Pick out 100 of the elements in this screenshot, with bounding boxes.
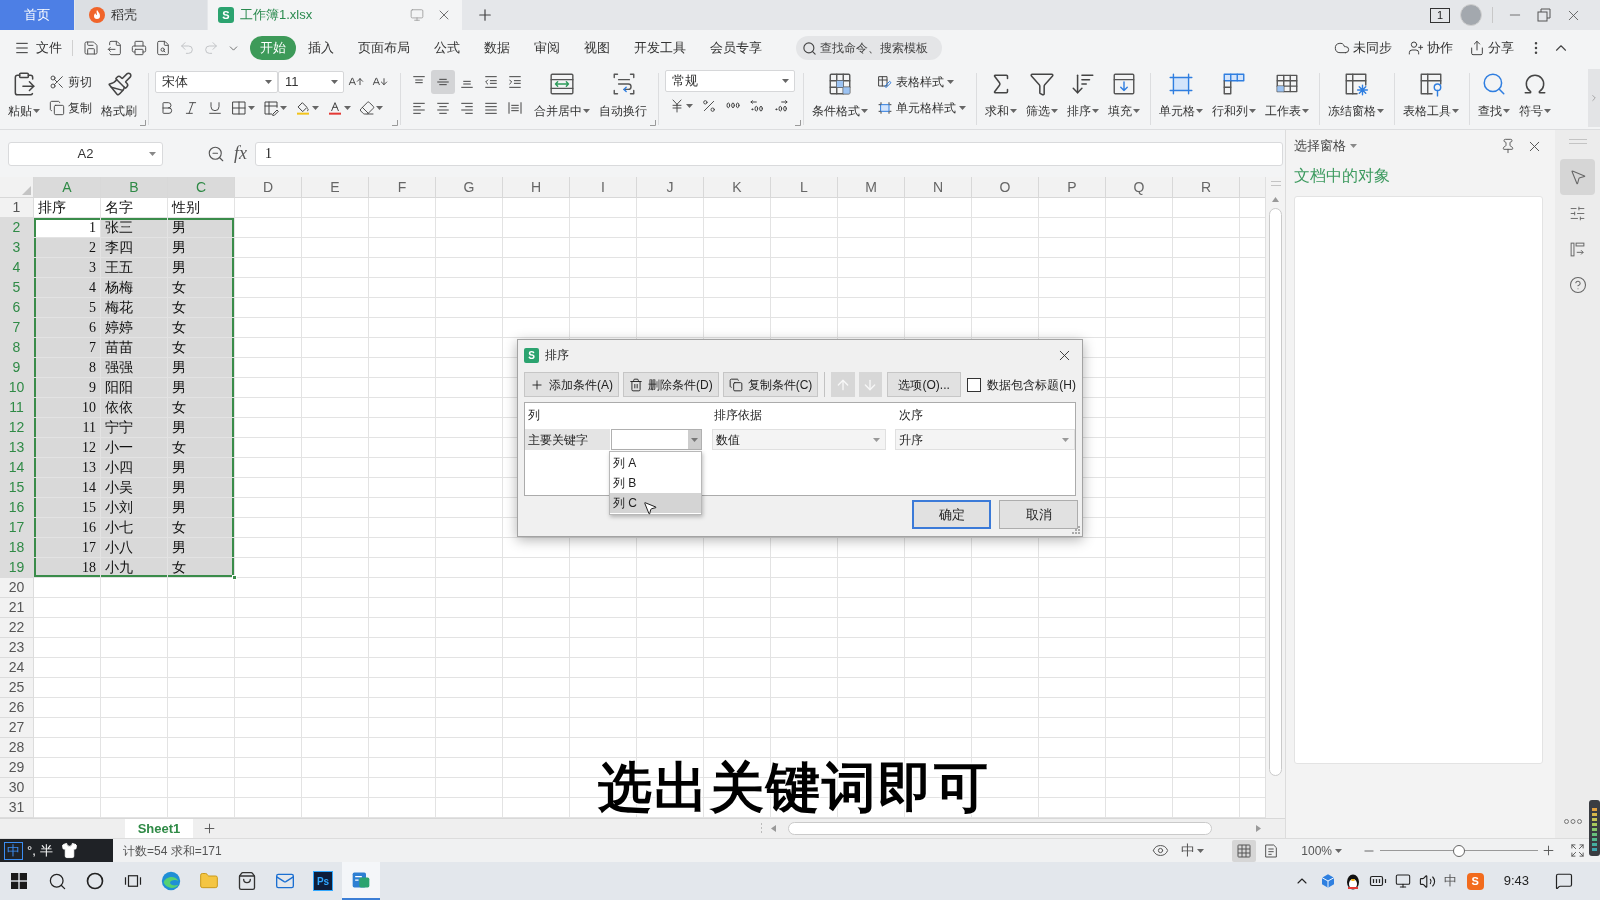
sheet-cell[interactable]: 男 [168, 538, 235, 558]
column-header[interactable]: O [972, 177, 1039, 197]
delete-condition-button[interactable]: 删除条件(D) [623, 372, 719, 397]
sheet-cell[interactable]: 依依 [101, 398, 168, 418]
title-tab[interactable]: S 工作簿1.xlsx [208, 0, 462, 30]
column-header[interactable]: D [235, 177, 302, 197]
toolbar-action-button[interactable]: 协作 [1408, 38, 1453, 58]
sheet-cell[interactable]: 男 [168, 378, 235, 398]
column-header[interactable]: F [369, 177, 436, 197]
row-header[interactable]: 23 [0, 638, 34, 658]
sheet-cell[interactable]: 13 [34, 458, 101, 478]
slider-thumb[interactable] [1453, 844, 1465, 857]
ime-indicator[interactable]: 中 [1443, 871, 1457, 891]
windows-logo-icon[interactable] [11, 873, 27, 889]
toolbar-action-button[interactable]: 分享 [1469, 38, 1514, 58]
row-header[interactable]: 29 [0, 758, 34, 778]
menu-tab[interactable]: 页面布局 [346, 36, 422, 60]
row-header[interactable]: 21 [0, 598, 34, 618]
search-field[interactable]: 查找命令、搜索模板 [796, 36, 942, 60]
sheet-cell[interactable]: 男 [168, 258, 235, 278]
sheet-cell[interactable]: 梅花 [101, 298, 168, 318]
column-header[interactable]: M [838, 177, 905, 197]
sheet-cell[interactable]: 4 [34, 278, 101, 298]
shirt-icon[interactable] [60, 842, 78, 859]
cube-icon[interactable] [1319, 873, 1336, 889]
sheet-cell[interactable]: 17 [34, 538, 101, 558]
sheet-cell[interactable]: 小七 [101, 518, 168, 538]
menu-tab[interactable]: 开发工具 [622, 36, 698, 60]
sheet-cell[interactable]: 男 [168, 238, 235, 258]
sheet-cell[interactable]: 女 [168, 558, 235, 578]
sheet-cell[interactable]: 苗苗 [101, 338, 168, 358]
find-button[interactable]: 查找 [1476, 69, 1512, 127]
worksheet-button[interactable]: 工作表 [1263, 69, 1311, 127]
scrollbar-thumb[interactable] [788, 822, 1212, 835]
monitor-icon[interactable] [1394, 873, 1411, 889]
menu-tab[interactable]: 会员专享 [698, 36, 774, 60]
cell-style-button[interactable]: 单元格样式 [875, 96, 968, 120]
ime-width[interactable]: 半 [39, 840, 53, 861]
order-dropdown[interactable]: 升序 [895, 429, 1075, 450]
penguin-icon[interactable] [1344, 872, 1361, 890]
filter-button[interactable]: 筛选 [1024, 69, 1060, 127]
formula-field[interactable]: 1 [255, 141, 1283, 166]
font-size-dropdown[interactable]: 11 [278, 71, 344, 93]
row-header[interactable]: 1 [0, 198, 34, 218]
sheet-cell[interactable]: 男 [168, 458, 235, 478]
dialog-launcher-icon[interactable] [392, 120, 398, 126]
sheet-cell[interactable]: 7 [34, 338, 101, 358]
freeze-panes-button[interactable]: 冻结窗格 [1326, 69, 1386, 127]
sheet-cell[interactable]: 女 [168, 318, 235, 338]
zoom-level-button[interactable]: 100% [1301, 841, 1342, 860]
column-header[interactable]: H [503, 177, 570, 197]
view-button[interactable] [1232, 839, 1257, 862]
sheet-cell[interactable]: 女 [168, 438, 235, 458]
symbol-button[interactable]: 符号 [1517, 69, 1553, 127]
sheet-cell[interactable]: 小九 [101, 558, 168, 578]
row-header[interactable]: 28 [0, 738, 34, 758]
scroll-left-icon[interactable] [771, 825, 776, 832]
sheet-cell[interactable]: 18 [34, 558, 101, 578]
column-header[interactable]: L [771, 177, 838, 197]
title-tab[interactable]: 首页 [0, 0, 74, 30]
zoom-slider[interactable] [1380, 844, 1538, 857]
notification-icon[interactable] [1555, 872, 1573, 890]
sheet-cell[interactable]: 小吴 [101, 478, 168, 498]
resize-grip-icon[interactable] [1072, 526, 1080, 534]
cells-button[interactable]: 单元格 [1157, 69, 1205, 127]
row-header[interactable]: 27 [0, 718, 34, 738]
column-header[interactable]: I [570, 177, 637, 197]
sheet-cell[interactable]: 杨梅 [101, 278, 168, 298]
sheet-cell[interactable]: 10 [34, 398, 101, 418]
file-menu-button[interactable]: 文件 [14, 38, 62, 58]
sheet-cell[interactable]: 张三 [101, 218, 168, 238]
clock[interactable]: 9:43 [1503, 871, 1529, 891]
restore-icon[interactable] [1537, 8, 1551, 22]
sheet-cell[interactable]: 男 [168, 478, 235, 498]
row-header[interactable]: 24 [0, 658, 34, 678]
sheet-cell[interactable]: 14 [34, 478, 101, 498]
menu-tab[interactable]: 开始 [250, 36, 296, 60]
ok-button[interactable]: 确定 [912, 500, 991, 529]
sheet-cell[interactable]: 男 [168, 498, 235, 518]
pane-menu-button[interactable]: 选择窗格 [1294, 136, 1357, 156]
zoom-out-icon[interactable] [207, 144, 225, 163]
sheet-cell[interactable]: 女 [168, 278, 235, 298]
sum-button[interactable]: 求和 [983, 69, 1019, 127]
sheet-cell[interactable]: 16 [34, 518, 101, 538]
sheet-cell[interactable]: 12 [34, 438, 101, 458]
row-header[interactable]: 25 [0, 678, 34, 698]
sheet-cell[interactable]: 小四 [101, 458, 168, 478]
row-header[interactable]: 20 [0, 578, 34, 598]
toolbar-action-button[interactable]: 未同步 [1334, 38, 1392, 58]
dropdown-option[interactable]: 列 A [610, 453, 701, 473]
format-painter-button[interactable]: 格式刷 [99, 69, 140, 127]
copy-button[interactable]: 复制 [47, 96, 94, 120]
table-tools-button[interactable]: 表格工具 [1401, 69, 1461, 127]
sheet-cell[interactable]: 宁宁 [101, 418, 168, 438]
checkbox[interactable] [967, 377, 982, 392]
column-header[interactable]: N [905, 177, 972, 197]
add-sheet-icon[interactable] [202, 821, 217, 836]
rows-columns-button[interactable]: 行和列 [1210, 69, 1258, 127]
search-icon[interactable] [47, 871, 67, 891]
language-button[interactable]: 中 [1181, 840, 1205, 861]
